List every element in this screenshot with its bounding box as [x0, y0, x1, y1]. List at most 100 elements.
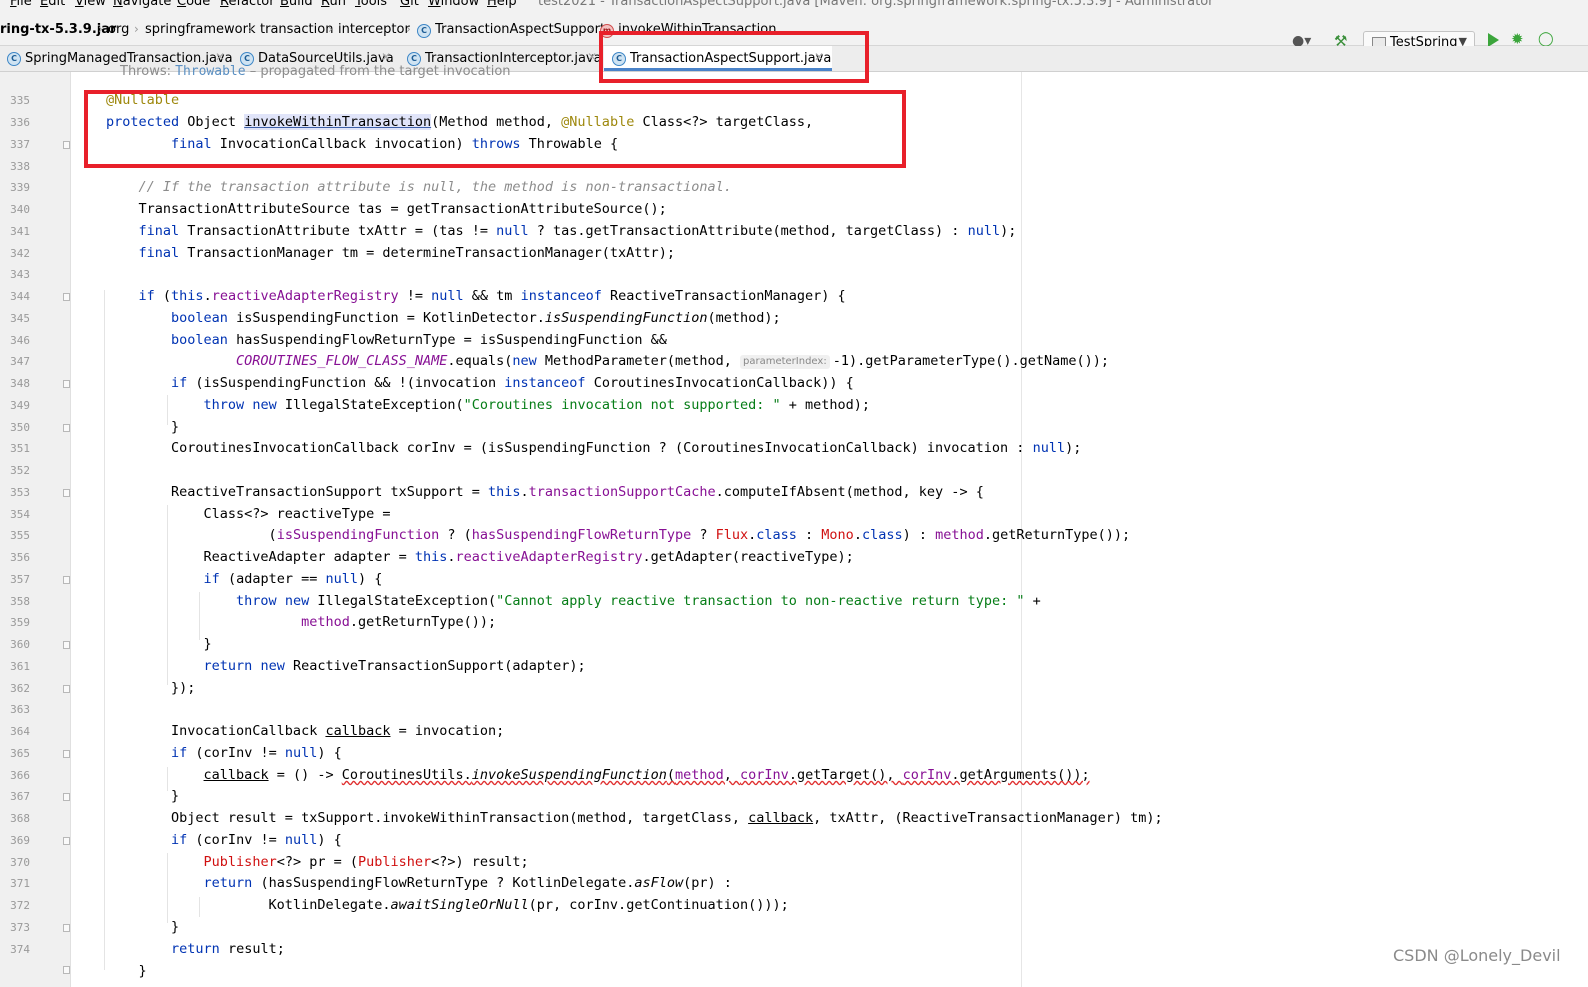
code-token: }	[106, 963, 147, 979]
code-token: .	[203, 288, 212, 304]
fold-icon[interactable]	[63, 141, 70, 149]
code-token: (isSuspendingFunction && !(invocation	[187, 375, 505, 391]
code-line[interactable]: if (corInv != null) {	[106, 745, 342, 762]
code-token: Object result = txSupport.invokeWithinTr…	[106, 810, 749, 826]
code-line[interactable]: CoroutinesInvocationCallback corInv = (i…	[106, 440, 1081, 457]
fold-icon[interactable]	[63, 641, 70, 649]
menu-run[interactable]: Run	[321, 0, 346, 9]
code-line[interactable]: Publisher<?> pr = (Publisher<?>) result;	[106, 854, 529, 871]
fold-icon[interactable]	[63, 576, 70, 584]
menu-git[interactable]: Git	[400, 0, 419, 9]
code-line[interactable]: return new ReactiveTransactionSupport(ad…	[106, 658, 586, 675]
breadcrumb-class[interactable]: C TransactionAspectSupport	[417, 22, 605, 38]
code-line[interactable]: if (adapter == null) {	[106, 571, 383, 588]
fold-icon[interactable]	[63, 380, 70, 388]
code-line[interactable]: ReactiveAdapter adapter = this.reactiveA…	[106, 549, 854, 566]
menu-build[interactable]: Build	[280, 0, 313, 9]
code-line[interactable]: return (hasSuspendingFlowReturnType ? Ko…	[106, 875, 732, 892]
menu-file[interactable]: File	[10, 0, 32, 9]
code-line[interactable]: boolean isSuspendingFunction = KotlinDet…	[106, 310, 781, 327]
code-line[interactable]: final TransactionManager tm = determineT…	[106, 245, 675, 262]
code-line[interactable]: ReactiveTransactionSupport txSupport = t…	[106, 484, 984, 501]
fold-icon[interactable]	[63, 793, 70, 801]
fold-icon[interactable]	[63, 750, 70, 758]
code-token: Class<?> reactiveType =	[106, 506, 391, 522]
line-number: 354	[10, 508, 30, 521]
fold-icon[interactable]	[63, 424, 70, 432]
code-line[interactable]: }	[106, 919, 179, 936]
menu-edit[interactable]: Edit	[40, 0, 65, 9]
code-line[interactable]: return result;	[106, 941, 285, 958]
breadcrumb-transaction[interactable]: transaction	[260, 22, 333, 37]
menu-tools[interactable]: Tools	[355, 0, 387, 9]
menu-view[interactable]: View	[75, 0, 106, 9]
code-line[interactable]: boolean hasSuspendingFlowReturnType = is…	[106, 332, 667, 349]
code-token: .getReturnType());	[983, 527, 1131, 543]
fold-icon[interactable]	[63, 837, 70, 845]
line-number: 340	[10, 203, 30, 216]
keyword-token: null	[431, 288, 464, 304]
code-line[interactable]: if (isSuspendingFunction && !(invocation…	[106, 375, 854, 392]
code-line[interactable]: method.getReturnType());	[106, 614, 496, 631]
code-line[interactable]: });	[106, 680, 195, 697]
menu-window[interactable]: Window	[428, 0, 479, 9]
menu-code[interactable]: Code	[177, 0, 210, 9]
keyword-token: if	[203, 571, 220, 587]
fold-icon[interactable]	[63, 489, 70, 497]
fold-icon[interactable]	[63, 966, 70, 974]
line-number: 343	[10, 268, 30, 281]
run-icon[interactable]	[1488, 33, 1499, 47]
line-number: 370	[10, 856, 30, 869]
close-icon[interactable]: ✕	[587, 50, 597, 64]
unresolved-token: Flux	[715, 527, 749, 543]
code-line[interactable]: }	[106, 963, 147, 980]
fold-icon[interactable]	[63, 293, 70, 301]
code-line[interactable]: }	[106, 419, 179, 436]
doc-hint-suffix: – propagated from the target invocation	[245, 64, 511, 79]
breadcrumb-interceptor[interactable]: interceptor	[338, 22, 410, 37]
more-icon[interactable]: ◯	[1538, 31, 1554, 47]
breadcrumb-springframework[interactable]: springframework	[145, 22, 255, 37]
breadcrumb-org[interactable]: org	[108, 22, 129, 37]
code-line[interactable]: }	[106, 636, 212, 653]
code-line[interactable]: throw new IllegalStateException("Corouti…	[106, 397, 871, 414]
code-line[interactable]: if (this.reactiveAdapterRegistry != null…	[106, 288, 846, 305]
code-line[interactable]: Object result = txSupport.invokeWithinTr…	[106, 810, 1163, 827]
line-number: 360	[10, 638, 30, 651]
close-icon[interactable]: ✕	[381, 50, 391, 64]
code-token: ) :	[902, 527, 936, 543]
code-line[interactable]: }	[106, 788, 179, 805]
line-number: 372	[10, 899, 30, 912]
code-line[interactable]: COROUTINES_FLOW_CLASS_NAME.equals(new Me…	[106, 353, 1109, 370]
keyword-token: return	[203, 875, 253, 891]
menu-navigate[interactable]: Navigate	[113, 0, 171, 9]
fold-icon[interactable]	[63, 924, 70, 932]
code-token: .getAdapter(reactiveType);	[642, 549, 854, 565]
menu-refactor[interactable]: Refactor	[220, 0, 275, 9]
code-token: , txAttr, (ReactiveTransactionManager) t…	[813, 810, 1163, 826]
keyword-token: instanceof	[520, 288, 602, 304]
code-line[interactable]: if (corInv != null) {	[106, 832, 342, 849]
code-token: -1).getParameterType().getName());	[832, 353, 1110, 369]
menu-help[interactable]: Help	[487, 0, 517, 9]
string-token: "Coroutines invocation not supported: "	[463, 397, 781, 413]
keyword-token: throw	[236, 593, 277, 609]
code-line[interactable]: final TransactionAttribute txAttr = (tas…	[106, 223, 1017, 240]
code-line[interactable]: callback = () -> CoroutinesUtils.invokeS…	[106, 767, 1090, 784]
fold-icon[interactable]	[63, 685, 70, 693]
code-line[interactable]: (isSuspendingFunction ? (hasSuspendingFl…	[106, 527, 1131, 544]
line-number: 352	[10, 464, 30, 477]
close-icon[interactable]: ✕	[215, 50, 225, 64]
code-line[interactable]: // If the transaction attribute is null,…	[106, 179, 732, 196]
code-line[interactable]: InvocationCallback callback = invocation…	[106, 723, 504, 740]
code-line[interactable]: KotlinDelegate.awaitSingleOrNull(pr, cor…	[106, 897, 789, 914]
code-token: (corInv !=	[187, 832, 285, 848]
code-line[interactable]: Class<?> reactiveType =	[106, 506, 391, 523]
code-line[interactable]: throw new IllegalStateException("Cannot …	[106, 593, 1041, 610]
code-token: (	[154, 288, 172, 304]
code-token: (method);	[707, 310, 781, 326]
code-line[interactable]: TransactionAttributeSource tas = getTran…	[106, 201, 667, 218]
